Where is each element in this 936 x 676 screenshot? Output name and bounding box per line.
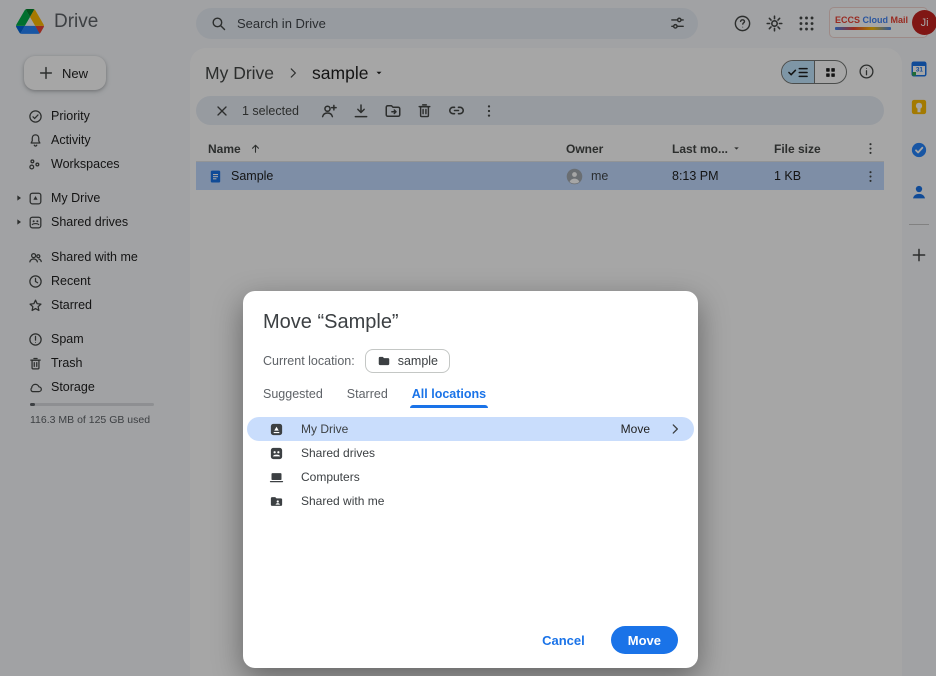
- tab-starred[interactable]: Starred: [347, 387, 388, 408]
- folder-icon: [377, 354, 391, 368]
- location-item-shared-drives[interactable]: Shared drives: [247, 441, 694, 465]
- tab-suggested[interactable]: Suggested: [263, 387, 323, 408]
- location-label: Shared with me: [301, 494, 384, 508]
- chevron-right-icon[interactable]: [668, 422, 682, 436]
- current-location-chip[interactable]: sample: [365, 349, 450, 373]
- location-label: Shared drives: [301, 446, 375, 460]
- location-list: My Drive Move Shared drives Computers Sh…: [247, 417, 694, 513]
- current-location-label: Current location:: [263, 354, 355, 368]
- tab-all-locations[interactable]: All locations: [412, 387, 486, 408]
- move-dialog: Move “Sample” Current location: sample S…: [243, 291, 698, 668]
- location-item-shared-with-me[interactable]: Shared with me: [247, 489, 694, 513]
- location-item-computers[interactable]: Computers: [247, 465, 694, 489]
- dialog-tabs: Suggested Starred All locations: [243, 387, 698, 408]
- current-location-name: sample: [398, 354, 438, 368]
- current-location-row: Current location: sample: [243, 349, 698, 373]
- location-item-my-drive[interactable]: My Drive Move: [247, 417, 694, 441]
- location-label: My Drive: [301, 422, 348, 436]
- location-label: Computers: [301, 470, 360, 484]
- move-button[interactable]: Move: [611, 626, 678, 654]
- my-drive-icon: [269, 422, 284, 437]
- inline-move-label[interactable]: Move: [621, 422, 650, 436]
- dialog-footer: Cancel Move: [542, 626, 678, 654]
- shared-drives-icon: [269, 446, 284, 461]
- folder-shared-icon: [269, 494, 284, 509]
- dialog-title: Move “Sample”: [243, 311, 698, 334]
- laptop-icon: [269, 470, 284, 485]
- cancel-button[interactable]: Cancel: [542, 633, 585, 648]
